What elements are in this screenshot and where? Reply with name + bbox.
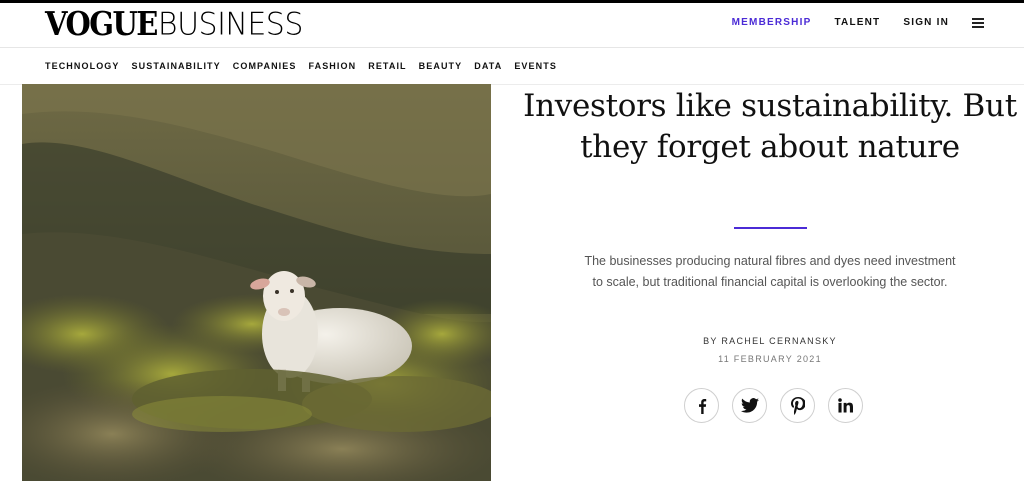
- talent-link[interactable]: TALENT: [834, 17, 880, 28]
- nav-item-retail[interactable]: RETAIL: [368, 61, 406, 71]
- nav-item-sustainability[interactable]: SUSTAINABILITY: [132, 61, 221, 71]
- facebook-icon: [698, 398, 706, 414]
- headline-divider: [734, 227, 807, 229]
- pinterest-share-button[interactable]: [780, 388, 815, 423]
- header-nav: MEMBERSHIP TALENT SIGN IN: [709, 17, 984, 28]
- sign-in-link[interactable]: SIGN IN: [903, 17, 949, 28]
- membership-link[interactable]: MEMBERSHIP: [732, 17, 812, 28]
- hamburger-menu-icon[interactable]: [972, 17, 984, 28]
- article-headline: Investors like sustainability. But they …: [523, 88, 1017, 165]
- nav-item-companies[interactable]: COMPANIES: [233, 61, 297, 71]
- site-header: VOGUE BUSINESS MEMBERSHIP TALENT SIGN IN: [0, 3, 1024, 48]
- article-date: 11 FEBRUARY 2021: [718, 354, 822, 364]
- nav-item-data[interactable]: DATA: [474, 61, 502, 71]
- nav-item-events[interactable]: EVENTS: [514, 61, 557, 71]
- nav-item-beauty[interactable]: BEAUTY: [419, 61, 463, 71]
- twitter-icon: [740, 398, 759, 413]
- linkedin-share-button[interactable]: [828, 388, 863, 423]
- linkedin-icon: [838, 398, 853, 413]
- logo-business-text: BUSINESS: [157, 6, 303, 43]
- hero-image-sheep: [22, 84, 491, 481]
- pinterest-icon: [790, 396, 805, 415]
- vogue-business-logo[interactable]: VOGUE BUSINESS: [45, 5, 303, 43]
- article-byline[interactable]: BY RACHEL CERNANSKY: [520, 336, 1020, 346]
- category-nav: TECHNOLOGY SUSTAINABILITY COMPANIES FASH…: [0, 48, 1024, 85]
- share-buttons: [684, 388, 876, 423]
- article-dek: The businesses producing natural fibres …: [584, 254, 956, 289]
- twitter-share-button[interactable]: [732, 388, 767, 423]
- facebook-share-button[interactable]: [684, 388, 719, 423]
- nav-item-technology[interactable]: TECHNOLOGY: [45, 61, 120, 71]
- nav-item-fashion[interactable]: FASHION: [309, 61, 357, 71]
- logo-vogue-text: VOGUE: [45, 4, 158, 43]
